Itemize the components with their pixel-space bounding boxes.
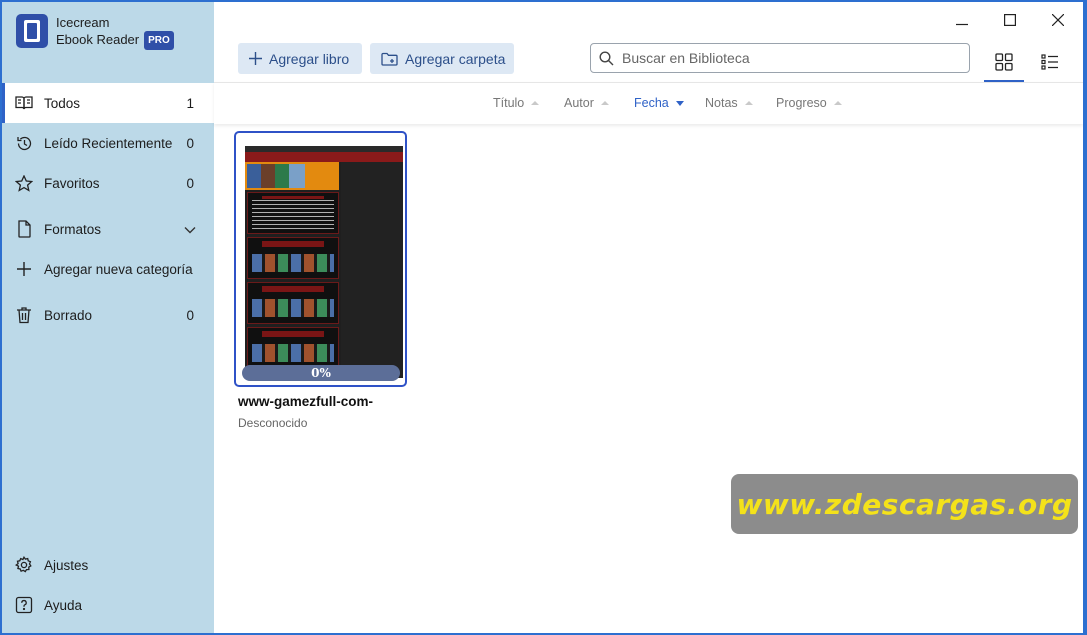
sidebar-item-settings[interactable]: Ajustes [2,545,214,585]
minimize-button[interactable] [942,6,982,34]
sidebar-item-count: 0 [186,135,194,151]
list-view-button[interactable] [1030,44,1070,80]
minimize-icon [956,23,968,26]
add-folder-label: Agregar carpeta [405,50,506,67]
watermark-text: www.zdescargas.org [736,487,1073,521]
sort-arrow-icon [744,101,753,105]
close-icon [1052,14,1064,26]
add-book-label: Agregar libro [269,50,350,67]
search-input[interactable] [620,49,954,67]
close-button[interactable] [1038,6,1078,34]
sort-title[interactable]: Título [493,96,540,110]
book-progress-badge: 0% [242,365,400,381]
chevron-down-icon[interactable] [184,222,196,237]
history-icon [15,134,33,152]
sidebar-item-todos[interactable]: Todos 1 [2,83,214,123]
sidebar-item-help[interactable]: Ayuda [2,585,214,625]
book-title[interactable]: www-gamezfull-com- [238,394,373,409]
book-cover-image [245,146,403,378]
sort-notes[interactable]: Notas [705,96,753,110]
sort-arrow-icon [531,101,540,105]
sidebar: Icecream Ebook Reader PRO Todos 1 Leído R… [2,2,214,633]
sidebar-item-favorites[interactable]: Favoritos 0 [2,163,214,203]
grid-icon [995,53,1013,71]
sidebar-item-formats[interactable]: Formatos [2,209,214,249]
sidebar-item-label: Ajustes [44,557,89,573]
brand-name-line1: Icecream [56,15,110,30]
sidebar-item-count: 0 [186,175,194,191]
star-icon [15,174,33,192]
maximize-icon [1004,14,1016,26]
folder-plus-icon [381,52,398,66]
sort-notes-label: Notas [705,96,738,110]
help-icon [15,596,33,614]
sort-bar: Título Autor Fecha Notas Progreso [214,82,1083,124]
sort-progress-label: Progreso [776,96,827,110]
trash-icon [15,306,33,324]
watermark-banner: www.zdescargas.org [731,474,1078,534]
app-logo-icon [16,14,48,48]
sidebar-item-label: Agregar nueva categoría [44,261,193,277]
search-box[interactable] [590,43,970,73]
brand-name-line2: Ebook Reader [56,32,140,47]
sort-author[interactable]: Autor [564,96,609,110]
sort-arrow-down-icon [675,100,684,106]
plus-icon [15,260,33,278]
sort-author-label: Autor [564,96,594,110]
sort-title-label: Título [493,96,525,110]
search-icon [599,50,614,66]
gear-icon [15,556,33,574]
book-open-icon [15,94,33,112]
add-book-button[interactable]: Agregar libro [238,43,362,74]
add-folder-button[interactable]: Agregar carpeta [370,43,514,74]
sort-arrow-icon [600,101,609,105]
book-card[interactable]: 0% [234,131,407,387]
sidebar-item-add-category[interactable]: Agregar nueva categoría [2,249,214,289]
sort-date[interactable]: Fecha [634,96,684,110]
maximize-button[interactable] [990,6,1030,34]
sidebar-item-recent[interactable]: Leído Recientemente 0 [2,123,214,163]
list-icon [1041,54,1058,70]
sort-date-label: Fecha [634,96,669,110]
sidebar-item-label: Ayuda [44,597,83,613]
sidebar-item-deleted[interactable]: Borrado 0 [2,295,214,335]
sidebar-item-count: 1 [186,95,194,111]
file-icon [15,220,33,238]
grid-view-button[interactable] [984,44,1024,82]
brand: Icecream Ebook Reader PRO [16,14,174,50]
pro-badge: PRO [144,31,174,50]
book-author: Desconocido [238,416,308,430]
sort-progress[interactable]: Progreso [776,96,842,110]
plus-icon [249,52,262,65]
sidebar-item-count: 0 [186,307,194,323]
sort-arrow-icon [833,101,842,105]
